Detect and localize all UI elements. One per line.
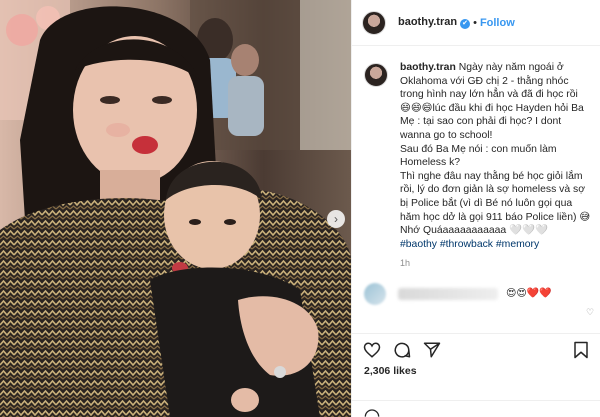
avatar[interactable] bbox=[364, 63, 388, 87]
follow-button[interactable]: Follow bbox=[480, 17, 515, 29]
caption-line: Thì nghe đâu nay thằng bé học giỏi lắm bbox=[400, 170, 583, 182]
caption-line: Mẹ : tại sao con phải đi học? I dont bbox=[400, 116, 562, 128]
verified-icon: ✔ bbox=[460, 19, 471, 29]
comments-area[interactable]: baothy.tran Ngày này năm ngoái ở Oklahom… bbox=[352, 47, 600, 327]
comment-composer[interactable] bbox=[352, 400, 600, 417]
photo-illustration bbox=[0, 0, 351, 417]
heart-icon[interactable]: ♡ bbox=[586, 307, 594, 318]
caption-timestamp: 1h bbox=[400, 258, 411, 269]
caption-line: Homeless k? bbox=[400, 157, 461, 169]
caption-line: Ngày này năm ngoái ở bbox=[458, 62, 564, 73]
comment-icon[interactable] bbox=[392, 340, 412, 360]
instagram-post: › baothy.tran ✔ • Follow baothy.tran Ngày… bbox=[0, 0, 600, 417]
bookmark-icon[interactable] bbox=[571, 340, 591, 360]
post-photo[interactable]: › bbox=[0, 0, 351, 417]
caption-line: hăm học dở là gọi 911 báo Police liền) 😅 bbox=[400, 211, 591, 223]
caption: baothy.tran Ngày này năm ngoái ở Oklahom… bbox=[364, 61, 590, 271]
hashtags[interactable]: #baothy #throwback #memory bbox=[400, 238, 590, 252]
comment-text-blurred bbox=[398, 287, 498, 300]
commenter-avatar[interactable] bbox=[364, 282, 386, 305]
action-bar bbox=[352, 333, 600, 365]
caption-line: Sau đó Ba Mẹ nói : con muốn làm bbox=[400, 143, 557, 155]
caption-line: 😄😄😄lúc đầu khi đi học Hayden hỏi Ba bbox=[400, 102, 584, 114]
caption-body: baothy.tran Ngày này năm ngoái ở Oklahom… bbox=[400, 61, 590, 271]
separator-dot: • bbox=[473, 16, 477, 29]
header-username[interactable]: baothy.tran ✔ bbox=[398, 16, 471, 29]
caption-line: trong hình nay lớn hẳn và đã đi học rồi bbox=[400, 89, 578, 101]
emoji-icon[interactable] bbox=[364, 407, 380, 417]
heart-icon[interactable] bbox=[362, 340, 382, 360]
caption-line: rồi, lý do đơn giản là sợ homeless và sợ bbox=[400, 184, 586, 196]
comment-emoji: 😍😍❤️❤️ bbox=[506, 288, 552, 300]
caption-line: Nhớ Quáaaaaaaaaaaa 🤍🤍🤍 bbox=[400, 225, 548, 237]
likes-count[interactable]: 2,306 likes bbox=[364, 365, 417, 377]
caption-username[interactable]: baothy.tran bbox=[400, 62, 456, 73]
comment-row: 😍😍❤️❤️ bbox=[364, 282, 589, 305]
share-icon[interactable] bbox=[422, 340, 442, 360]
avatar[interactable] bbox=[362, 10, 386, 35]
chevron-right-icon[interactable]: › bbox=[327, 210, 345, 228]
caption-line: wanna go to school! bbox=[400, 129, 493, 141]
caption-line: bị Police bắt (vì dì Bé nó luôn gọi qua bbox=[400, 197, 573, 209]
post-header: baothy.tran ✔ • Follow bbox=[352, 0, 600, 46]
post-side-panel: baothy.tran ✔ • Follow baothy.tran Ngày n… bbox=[351, 0, 600, 417]
caption-line: Oklahoma với GĐ chị 2 - thằng nhóc bbox=[400, 75, 569, 87]
